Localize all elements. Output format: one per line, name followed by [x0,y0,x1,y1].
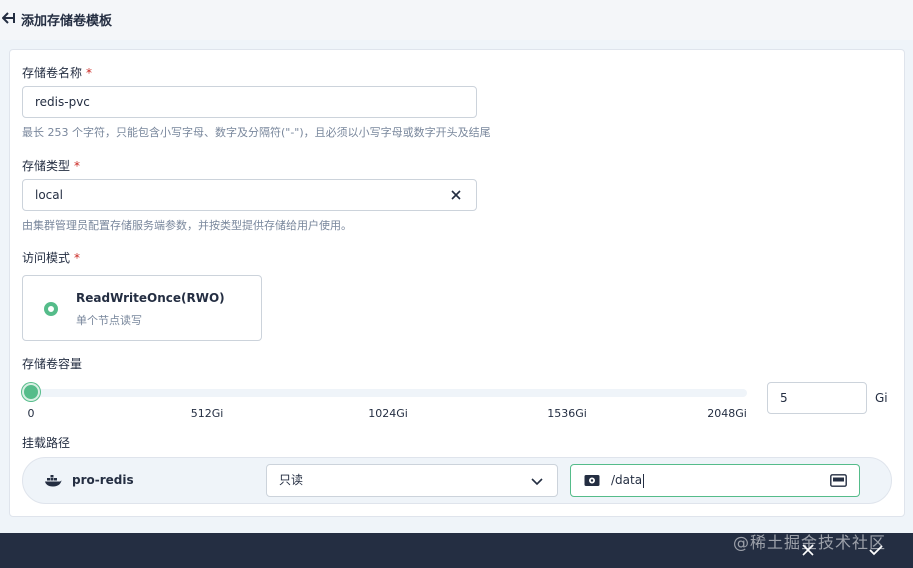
name-input[interactable]: redis-pvc [22,86,477,118]
required-mark: * [86,66,93,80]
chevron-down-icon [531,478,543,486]
mount-path-input[interactable]: /data [570,464,860,497]
container-name: pro-redis [72,473,134,487]
storage-class-label-text: 存储类型 [22,159,71,173]
back-arrow-icon[interactable] [2,11,16,25]
text-caret [643,473,645,488]
access-mode-label-text: 访问模式 [22,251,71,265]
capacity-slider-track[interactable] [30,389,747,397]
mount-label: 挂载路径 [22,436,71,450]
required-mark: * [74,251,81,265]
slider-tick: 2048Gi [707,407,747,420]
slider-tick: 1024Gi [368,407,408,420]
header: 添加存储卷模板 [0,0,913,40]
close-icon[interactable] [450,189,462,201]
mount-row: pro-redis 只读 /data [22,457,892,504]
storage-class-label: 存储类型 * [22,157,80,174]
page-title: 添加存储卷模板 [21,14,113,29]
mount-path-value: /data [611,473,643,487]
capacity-unit: Gi [875,391,888,405]
required-mark: * [74,159,81,173]
disk-icon [584,475,600,486]
slider-tick: 512Gi [190,407,224,420]
slider-tick: 0 [27,407,35,420]
access-mode-desc: 单个节点读写 [76,314,142,327]
capacity-label: 存储卷容量 [22,357,83,371]
capacity-input[interactable]: 5 [767,382,867,414]
storage-class-input[interactable]: local [22,179,477,211]
mount-path-text: /data [611,465,645,496]
mount-mode-select[interactable]: 只读 [266,464,558,497]
storage-class-hint: 由集群管理员配置存储服务端参数，并按类型提供存储给用户使用。 [22,219,352,232]
radio-selected-icon[interactable] [44,302,58,316]
keyboard-icon[interactable] [830,474,847,487]
name-label: 存储卷名称 * [22,64,92,81]
watermark: @稀土掘金技术社区 [733,533,887,552]
name-hint: 最长 253 个字符，只能包含小写字母、数字及分隔符("-")，且必须以小写字母… [22,126,491,139]
mount-mode-value: 只读 [279,473,304,487]
access-mode-option-rwo[interactable]: ReadWriteOnce(RWO) 单个节点读写 [22,275,262,341]
slider-tick: 1536Gi [547,407,587,420]
capacity-slider-handle[interactable] [21,383,40,401]
storage-class-value: local [35,188,63,202]
access-mode-title: ReadWriteOnce(RWO) [76,291,225,305]
docker-icon [45,475,62,487]
name-label-text: 存储卷名称 [22,66,83,80]
access-mode-label: 访问模式 * [22,249,80,266]
